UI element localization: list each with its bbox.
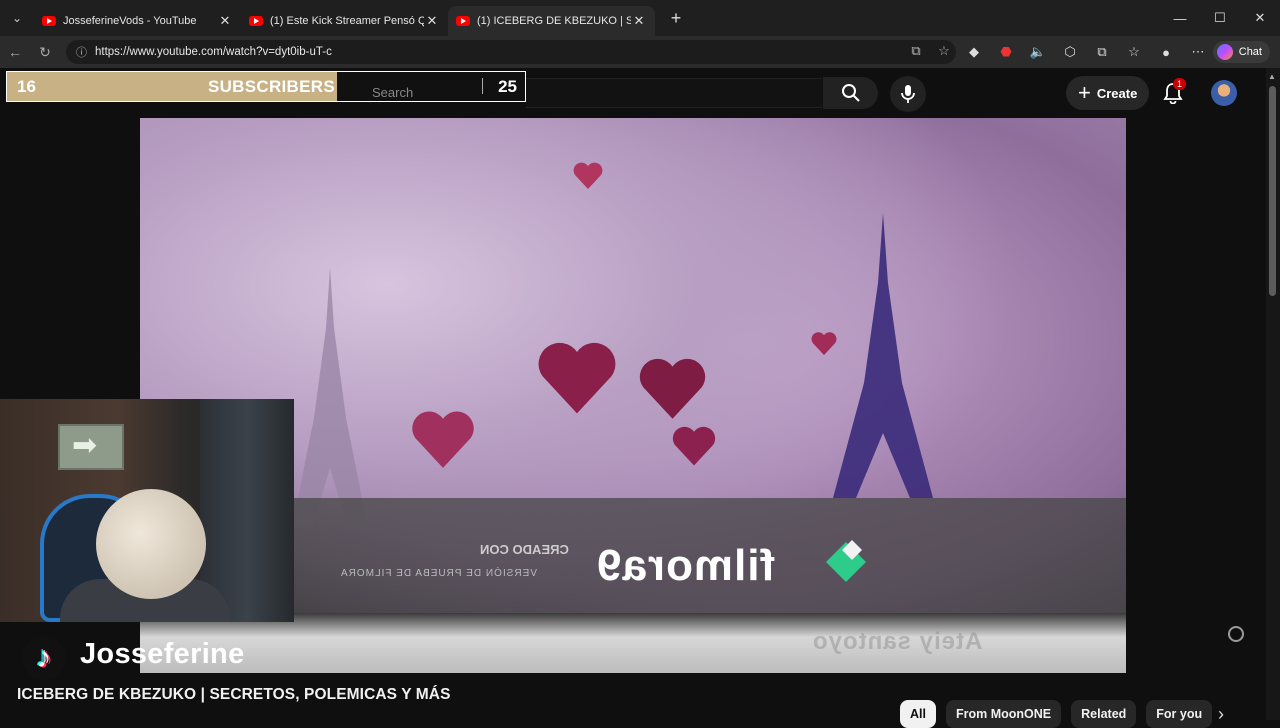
- filmora-logo-icon: [826, 540, 866, 582]
- window-controls: — ☐ ✕: [1160, 0, 1280, 36]
- browser-tab[interactable]: (1) Este Kick Streamer Pensó Que P ✕: [241, 6, 448, 36]
- subscriber-label: SUBSCRIBERS: [207, 76, 335, 96]
- youtube-favicon-icon: [249, 16, 263, 26]
- profile-icon[interactable]: ●: [1154, 40, 1178, 64]
- subscriber-goal-overlay: 16 SUBSCRIBERS 25: [6, 71, 526, 102]
- create-button[interactable]: + Create: [1066, 76, 1150, 110]
- browser-tab[interactable]: JosseferineVods - YouTube ✕: [34, 6, 241, 36]
- minimize-icon[interactable]: —: [1160, 0, 1200, 36]
- copilot-chat-button[interactable]: Chat: [1212, 41, 1270, 63]
- scroll-up-arrow-icon[interactable]: ▲: [1268, 72, 1276, 81]
- subscriber-count: 16: [17, 76, 36, 96]
- filmora-trial-text: VERSIÓN DE PRUEBA DE FILMORA: [340, 568, 537, 579]
- favorites-icon[interactable]: ☆: [1122, 40, 1146, 64]
- chip-from-moonone[interactable]: From MoonONE: [945, 700, 1062, 728]
- streamer-cap-image: [96, 489, 206, 599]
- notifications-button[interactable]: 1: [1160, 78, 1187, 106]
- heart-decoration-icon: [412, 411, 474, 468]
- filmora-created-with-text: CREADO CON: [480, 542, 569, 557]
- heart-decoration-icon: [538, 342, 616, 414]
- extension-red-icon[interactable]: ⬣: [994, 40, 1018, 64]
- back-arrow-icon[interactable]: ←: [0, 44, 30, 60]
- tiktok-icon: ♪: [22, 636, 66, 680]
- youtube-masthead: 16 SUBSCRIBERS 25 Search + Create 1: [0, 68, 1280, 118]
- chip-all[interactable]: All: [900, 700, 936, 728]
- channel-watermark-icon[interactable]: [1228, 626, 1244, 642]
- filmora-watermark-text: filmora9: [596, 541, 776, 590]
- eiffel-tower-left-image: [292, 268, 368, 528]
- notification-badge: 1: [1173, 78, 1187, 90]
- browser-tab-strip: ⌄ JosseferineVods - YouTube ✕ (1) Este K…: [0, 0, 1280, 36]
- youtube-favicon-icon: [456, 16, 470, 26]
- tab-title: JosseferineVods - YouTube: [63, 15, 197, 27]
- favorite-star-icon[interactable]: ☆: [933, 40, 955, 62]
- search-button[interactable]: [823, 77, 878, 109]
- maximize-icon[interactable]: ☐: [1200, 0, 1240, 36]
- search-input-extension[interactable]: [526, 78, 822, 108]
- omnibox-icons: ⧉ ☆: [905, 40, 955, 62]
- more-menu-icon[interactable]: ⋯: [1186, 40, 1210, 64]
- chevron-right-icon[interactable]: ›: [1218, 704, 1224, 725]
- streamer-name: Josseferine: [80, 638, 245, 670]
- subscriber-progress-bar: 16 SUBSCRIBERS: [7, 72, 337, 101]
- video-title: ICEBERG DE KBEZUKO | SECRETOS, POLEMICAS…: [17, 686, 451, 703]
- close-window-icon[interactable]: ✕: [1240, 0, 1280, 36]
- subscriber-goal: 25: [498, 76, 517, 96]
- url-text: https://www.youtube.com/watch?v=dyt0ib-u…: [95, 46, 332, 58]
- chip-related[interactable]: Related: [1071, 700, 1137, 728]
- page-scrollbar[interactable]: ▲: [1266, 68, 1280, 720]
- speaker-icon[interactable]: 🔈: [1026, 40, 1050, 64]
- search-input[interactable]: Search: [372, 85, 413, 100]
- close-tab-icon[interactable]: ✕: [217, 13, 233, 29]
- split-screen-icon[interactable]: ⧉: [1090, 40, 1114, 64]
- extensions-puzzle-icon[interactable]: ⬡: [1058, 40, 1082, 64]
- create-label: Create: [1096, 85, 1138, 101]
- url-field[interactable]: ⓘ https://www.youtube.com/watch?v=dyt0ib…: [66, 40, 956, 64]
- chat-label: Chat: [1238, 46, 1262, 58]
- tab-list-chevron-icon[interactable]: ⌄: [0, 0, 34, 36]
- app-available-icon[interactable]: ⧉: [905, 40, 927, 62]
- streamer-webcam: [0, 399, 294, 622]
- eiffel-tower-right-image: [833, 213, 933, 498]
- text-cursor: [482, 78, 483, 94]
- microphone-icon: [901, 85, 915, 103]
- voice-search-button[interactable]: [890, 76, 926, 112]
- plus-icon: +: [1078, 80, 1091, 105]
- youtube-favicon-icon: [42, 16, 56, 26]
- heart-decoration-icon: [639, 358, 706, 419]
- address-bar-row: ← ↻ ⓘ https://www.youtube.com/watch?v=dy…: [0, 36, 1280, 68]
- related-filter-chips: All From MoonONE Related For you: [900, 700, 1213, 728]
- site-info-icon[interactable]: ⓘ: [76, 44, 87, 60]
- copilot-icon: [1216, 44, 1233, 60]
- reload-icon[interactable]: ↻: [30, 44, 60, 61]
- scrollbar-thumb[interactable]: [1269, 86, 1276, 296]
- heart-decoration-icon: [573, 162, 603, 189]
- tab-title: (1) Este Kick Streamer Pensó Que P: [270, 15, 424, 27]
- close-tab-icon[interactable]: ✕: [631, 13, 647, 29]
- search-icon: [841, 84, 860, 102]
- creator-watermark-text: Ateiy santoyo: [812, 628, 983, 655]
- account-avatar[interactable]: [1211, 80, 1237, 106]
- extension-diamond-icon[interactable]: ◆: [962, 40, 986, 64]
- chip-for-you[interactable]: For you: [1146, 700, 1213, 728]
- extension-icons: ◆ ⬣ 🔈 ⬡ ⧉ ☆ ● ⋯: [962, 40, 1210, 64]
- heart-decoration-icon: [811, 332, 837, 356]
- new-tab-plus-icon[interactable]: +: [661, 8, 691, 29]
- browser-tab-active[interactable]: (1) ICEBERG DE KBEZUKO | SECRET ✕: [448, 6, 655, 36]
- wall-poster-image: [58, 424, 124, 470]
- close-tab-icon[interactable]: ✕: [424, 13, 440, 29]
- heart-decoration-icon: [672, 426, 716, 466]
- tab-title: (1) ICEBERG DE KBEZUKO | SECRET: [477, 15, 631, 27]
